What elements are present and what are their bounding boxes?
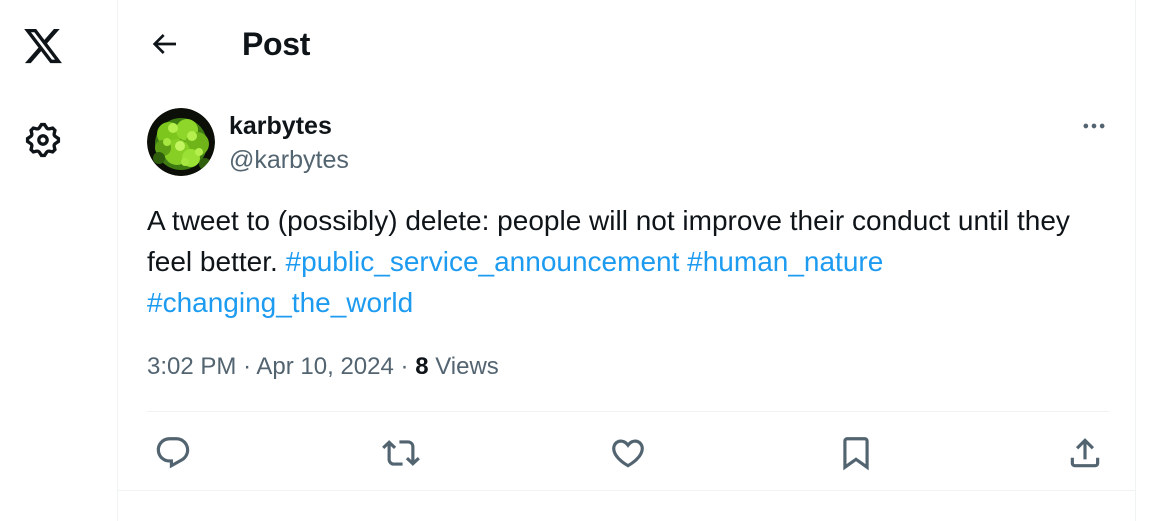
repost-icon	[382, 440, 420, 466]
divider	[147, 411, 1109, 412]
header: Post	[118, 0, 1135, 86]
author-name[interactable]: karbytes	[229, 110, 332, 142]
share-button[interactable]	[1062, 430, 1108, 476]
views-label: Views	[435, 353, 499, 380]
bookmark-button[interactable]	[833, 430, 879, 476]
meta-separator: ·	[243, 353, 252, 380]
reply-button[interactable]	[150, 430, 196, 476]
ellipsis-icon[interactable]	[1072, 106, 1116, 146]
share-icon	[1070, 438, 1100, 468]
reply-icon	[156, 437, 190, 469]
hashtag-link[interactable]: #changing_the_world	[147, 287, 413, 318]
bookmark-icon	[843, 437, 869, 471]
x-logo-icon[interactable]	[14, 18, 72, 74]
post-date[interactable]: Apr 10, 2024	[256, 353, 393, 380]
hashtag-link[interactable]: #public_service_announcement	[286, 246, 680, 277]
divider	[118, 490, 1135, 491]
author-handle[interactable]: @karbytes	[229, 144, 349, 176]
avatar[interactable]	[147, 108, 215, 176]
repost-button[interactable]	[378, 430, 424, 476]
tweet-text: A tweet to (possibly) delete: people wil…	[147, 200, 1097, 323]
page-title: Post	[242, 26, 311, 62]
hashtag-link[interactable]: #human_nature	[687, 246, 883, 277]
main-column: Post karbytes @karbytes A tweet to (poss…	[117, 0, 1136, 521]
meta-separator: ·	[400, 353, 409, 380]
heart-icon	[612, 439, 644, 468]
post-time[interactable]: 3:02 PM	[147, 353, 236, 380]
like-button[interactable]	[605, 430, 651, 476]
views-count: 8	[415, 353, 429, 380]
gear-icon[interactable]	[16, 113, 70, 167]
post-meta: 3:02 PM · Apr 10, 2024 · 8 Views	[147, 350, 499, 384]
arrow-left-icon[interactable]	[142, 22, 186, 66]
left-nav-rail	[0, 0, 117, 521]
